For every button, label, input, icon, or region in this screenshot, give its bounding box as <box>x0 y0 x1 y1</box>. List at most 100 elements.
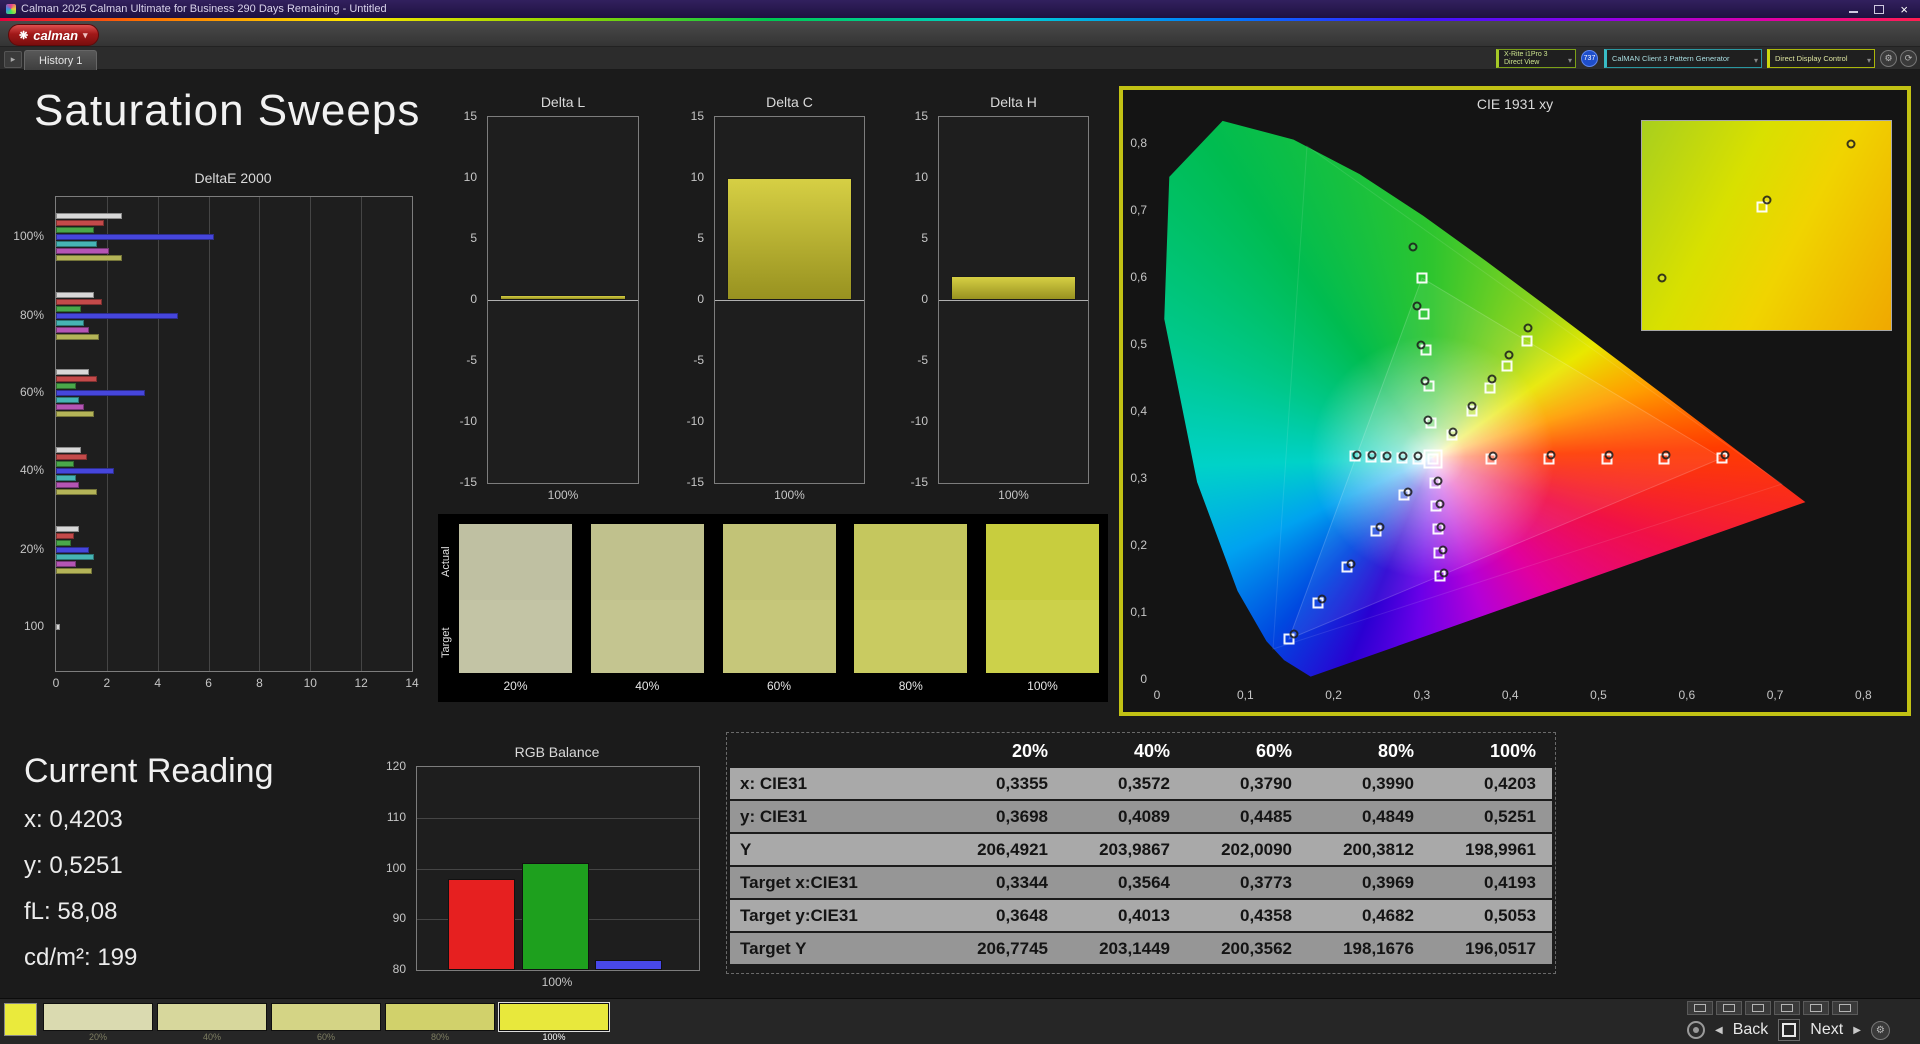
bar <box>56 383 77 390</box>
table-row: Target Y 206,7745 203,1449 200,3562 198,1676… <box>730 933 1552 964</box>
table-cell: 0,4849 <box>1362 806 1414 826</box>
pattern-tool-button-2[interactable] <box>1716 1001 1742 1015</box>
display-control-selector[interactable]: Direct Display Control ▾ <box>1767 49 1875 68</box>
axis-tick-label: 80 <box>392 962 406 976</box>
axis-tick-label: 10 <box>463 170 477 184</box>
axis-tick-label: -10 <box>910 414 928 428</box>
target-swatch <box>722 600 836 673</box>
window-icon <box>1694 1004 1706 1012</box>
window-icon <box>1781 1004 1793 1012</box>
pattern-tool-button-6[interactable] <box>1832 1001 1858 1015</box>
next-button[interactable]: Next <box>1810 1021 1843 1039</box>
zero-line <box>939 300 1088 301</box>
axis-tick-label: -15 <box>459 475 477 489</box>
refresh-button[interactable]: ⟳ <box>1900 50 1917 67</box>
cie-measured-marker <box>1433 476 1443 486</box>
cie-measured-marker <box>1488 451 1498 461</box>
settings-button[interactable]: ⚙ <box>1880 50 1897 67</box>
workflow-settings-button[interactable]: ⚙ <box>1870 1020 1890 1040</box>
bar <box>56 397 79 404</box>
swatch-column: 80% <box>854 524 968 693</box>
pattern-tool-button-3[interactable] <box>1745 1001 1771 1015</box>
bar <box>448 878 515 970</box>
cie-target-marker <box>1418 308 1430 320</box>
pattern-window-button[interactable] <box>1778 1019 1801 1041</box>
patch-swatch[interactable] <box>271 1003 381 1031</box>
axis-tick-label: 10 <box>914 170 928 184</box>
axis-tick-label: 0 <box>697 292 704 306</box>
patch-swatch[interactable] <box>385 1003 495 1031</box>
delta-h-xlabel: 100% <box>998 488 1029 502</box>
patch-swatch[interactable] <box>157 1003 267 1031</box>
table-row-label: y: CIE31 <box>740 806 808 826</box>
table-row: y: CIE31 0,3698 0,4089 0,4485 0,4849 0,5251 <box>730 801 1552 832</box>
rgb-plot <box>416 766 700 971</box>
main-toolbar: ❋ calman ▾ <box>0 21 1920 47</box>
bottom-bar: 20% 40% 60% 80% 100% ◀ Back Next ▶ ⚙ <box>0 998 1920 1044</box>
minimize-button[interactable] <box>1849 11 1859 13</box>
deltae-xlabels: 0 2 4 6 8 10 12 14 <box>53 676 419 690</box>
axis-tick-label: 40% <box>19 462 44 477</box>
axis-tick-label: 60% <box>19 385 44 400</box>
cie-measured-marker <box>1289 629 1299 639</box>
cie-target-marker <box>1484 382 1496 393</box>
meter-selector[interactable]: X-Rite i1Pro 3 Direct View ▾ <box>1496 49 1576 68</box>
read-continuous-button[interactable] <box>1687 1021 1705 1039</box>
patch-swatch[interactable] <box>498 1002 610 1032</box>
bar <box>56 291 95 298</box>
cie-ylabels: 0 0,1 0,2 0,3 0,4 0,5 0,6 0,7 0,8 <box>1123 110 1153 686</box>
maximize-button[interactable] <box>1874 4 1885 14</box>
delta-l-title: Delta L <box>540 94 586 110</box>
dc-ylabels: 15 10 5 0 -5 -10 -15 <box>668 109 710 489</box>
tab-scroll-button[interactable]: ▸ <box>4 51 22 68</box>
cie-measured-marker <box>1504 350 1514 360</box>
bar <box>56 247 110 254</box>
pattern-tool-button-1[interactable] <box>1687 1001 1713 1015</box>
tab-history-1[interactable]: History 1 <box>24 50 98 70</box>
app-icon <box>6 4 16 14</box>
axis-tick-label: 12 <box>354 676 368 690</box>
table-row-label: x: CIE31 <box>740 773 808 793</box>
cie-measured-marker <box>1604 450 1614 460</box>
gridline <box>412 197 413 671</box>
pattern-source-selector[interactable]: CalMAN Client 3 Pattern Generator ▾ <box>1604 49 1762 68</box>
table-cell: 200,3562 <box>1221 938 1292 958</box>
table-header-cell: 20% <box>1011 740 1048 761</box>
patch-swatch[interactable] <box>43 1003 153 1031</box>
cie-measured-marker <box>1416 340 1426 349</box>
swatch-compare-panel: Actual Target 20% 40% 60% 80% 100% <box>438 514 1108 702</box>
zero-line <box>715 300 864 301</box>
refresh-icon: ⟳ <box>1904 53 1913 63</box>
calman-menu-button[interactable]: ❋ calman ▾ <box>8 24 99 46</box>
axis-tick-label: 5 <box>921 231 928 245</box>
pattern-source-label: CalMAN Client 3 Pattern Generator <box>1612 53 1730 63</box>
table-row: Y 206,4921 203,9867 202,0090 200,3812 198,996… <box>730 834 1552 865</box>
bar <box>56 404 84 411</box>
current-reading-y: y: 0,5251 <box>24 852 123 879</box>
display-control-label: Direct Display Control <box>1775 53 1848 63</box>
actual-row-label: Actual <box>440 546 452 578</box>
pattern-tool-button-4[interactable] <box>1774 1001 1800 1015</box>
data-table: 20% 40% 60% 80% 100% x: CIE31 0,3355 0,3572 0,37… <box>730 736 1552 966</box>
close-button[interactable]: × <box>1900 3 1908 16</box>
pattern-tool-button-5[interactable] <box>1803 1001 1829 1015</box>
window-icon <box>1723 1004 1735 1012</box>
gridline <box>417 817 699 819</box>
bar <box>56 390 145 397</box>
rgb-balance-xlabel: 100% <box>541 975 573 989</box>
chevron-down-icon: ▾ <box>83 29 88 40</box>
axis-tick-label: 0,6 <box>1130 269 1147 284</box>
cie-measured-marker <box>1367 450 1377 460</box>
bar <box>56 525 79 532</box>
back-button[interactable]: Back <box>1733 1021 1769 1039</box>
axis-tick-label: 0,2 <box>1130 537 1147 552</box>
bar <box>500 295 626 300</box>
cie-measured-marker <box>1352 450 1362 460</box>
table-cell: 206,4921 <box>977 839 1048 859</box>
cie-measured-marker <box>1375 522 1385 532</box>
gridline <box>208 197 210 671</box>
axis-tick-label: 0 <box>1153 688 1161 702</box>
table-cell: 202,0090 <box>1221 839 1292 859</box>
cie-target-marker <box>1521 335 1533 347</box>
bar <box>56 411 95 418</box>
